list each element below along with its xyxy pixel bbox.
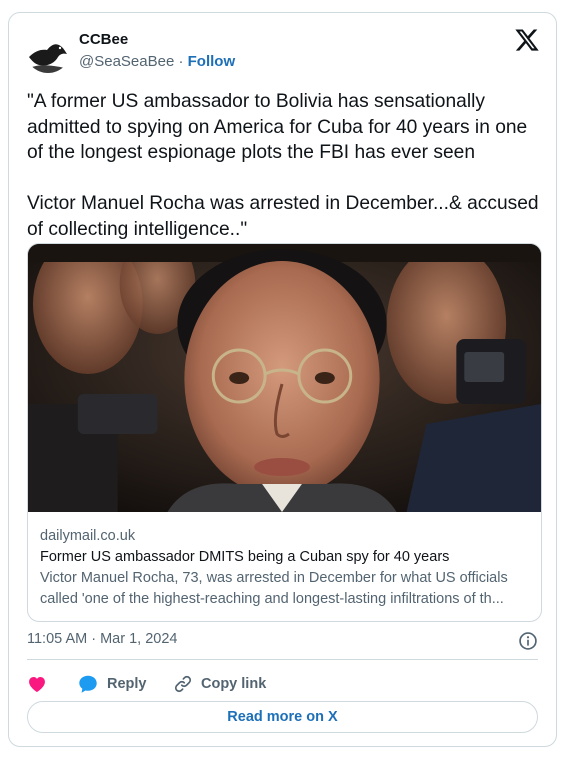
bird-silhouette-icon xyxy=(25,27,71,73)
heart-icon xyxy=(29,677,45,692)
tweet-text: "A former US ambassador to Bolivia has s… xyxy=(27,91,539,240)
read-more-button[interactable]: Read more on X xyxy=(27,701,538,733)
x-logo-icon[interactable] xyxy=(514,27,540,53)
reply-bubble-icon xyxy=(79,675,97,693)
link-title: Former US ambassador DMITS being a Cuban… xyxy=(40,549,450,565)
divider xyxy=(27,659,538,660)
article-photo xyxy=(28,244,541,512)
link-preview-card[interactable]: dailymail.co.uk Former US ambassador DMI… xyxy=(27,243,542,622)
follow-link[interactable]: Follow xyxy=(188,53,236,70)
link-preview-meta: dailymail.co.uk Former US ambassador DMI… xyxy=(40,528,529,610)
tweet-header: CCBee @SeaSeaBee · Follow xyxy=(25,27,540,79)
reply-label: Reply xyxy=(107,676,147,692)
info-icon[interactable] xyxy=(518,631,538,651)
author-handle[interactable]: @SeaSeaBee xyxy=(79,53,174,70)
copy-link-label: Copy link xyxy=(201,676,267,692)
avatar[interactable] xyxy=(25,27,71,73)
like-button[interactable] xyxy=(27,669,55,699)
tweet-embed-card: CCBee @SeaSeaBee · Follow "A former US a… xyxy=(8,12,557,747)
action-bar: Reply Copy link xyxy=(27,669,538,699)
link-description: Victor Manuel Rocha, 73, was arrested in… xyxy=(40,570,508,607)
author-handle-row: @SeaSeaBee · Follow xyxy=(79,53,235,70)
timestamp-link[interactable]: 11:05 AM · Mar 1, 2024 xyxy=(27,631,177,647)
timestamp-row: 11:05 AM · Mar 1, 2024 xyxy=(27,631,538,653)
link-icon xyxy=(174,675,192,693)
handle-separator: · xyxy=(178,53,184,70)
copy-link-button[interactable]: Copy link xyxy=(173,669,266,699)
link-domain: dailymail.co.uk xyxy=(40,528,136,544)
author-name[interactable]: CCBee xyxy=(79,31,128,48)
reply-button[interactable]: Reply xyxy=(77,669,147,699)
